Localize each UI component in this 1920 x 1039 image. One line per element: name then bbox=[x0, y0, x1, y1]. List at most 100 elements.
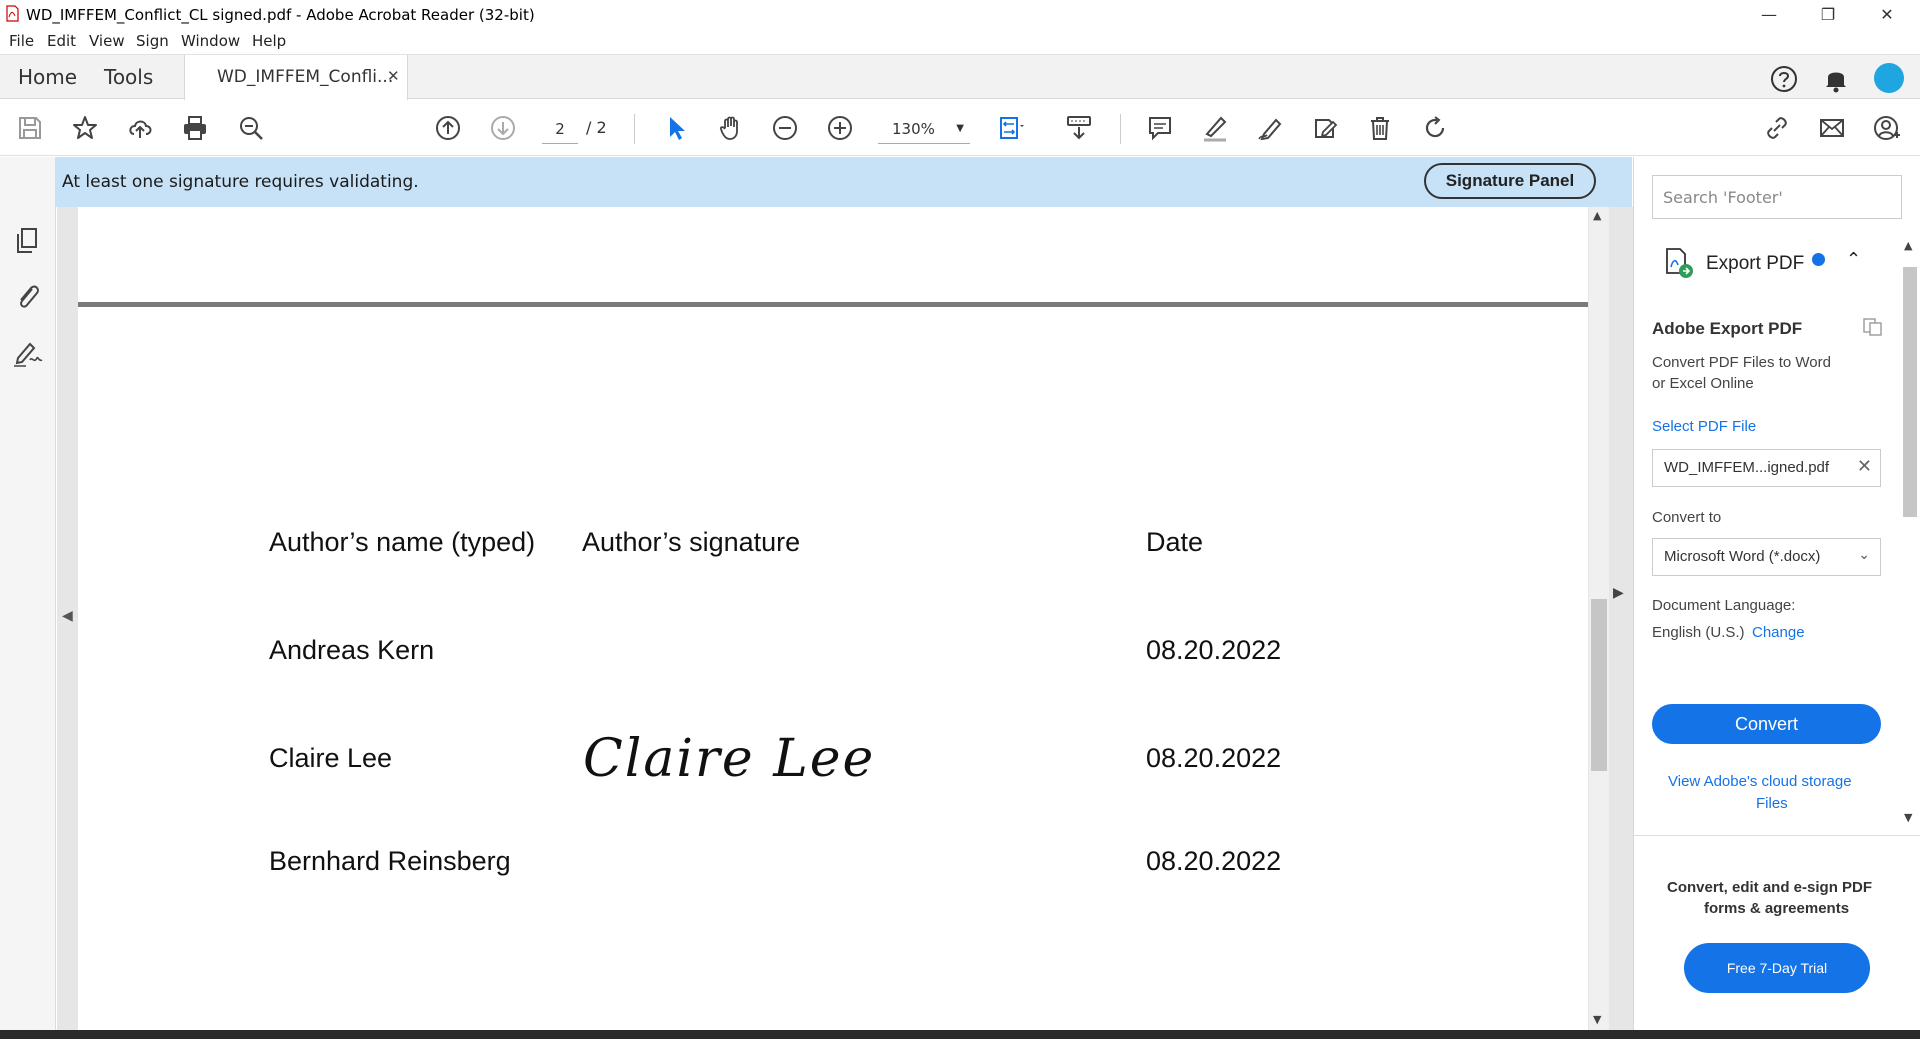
collapse-left-panel-icon[interactable]: ◀ bbox=[62, 608, 73, 624]
convert-format-value: Microsoft Word (*.docx) bbox=[1664, 548, 1821, 565]
toolbar-separator bbox=[634, 114, 635, 144]
scroll-down-icon[interactable]: ▼ bbox=[1904, 811, 1912, 824]
next-page-icon[interactable] bbox=[487, 112, 519, 144]
convert-button[interactable]: Convert bbox=[1652, 704, 1881, 744]
print-icon[interactable] bbox=[179, 112, 211, 144]
export-pdf-title[interactable]: Export PDF bbox=[1706, 253, 1804, 275]
zoom-out-icon[interactable] bbox=[769, 112, 801, 144]
author-date-1: 08.20.2022 bbox=[1146, 635, 1282, 665]
change-language-link[interactable]: Change bbox=[1752, 624, 1805, 641]
author-name-3: Bernhard Reinsberg bbox=[269, 846, 511, 876]
cloud-upload-icon[interactable] bbox=[124, 112, 156, 144]
previous-page-icon[interactable] bbox=[432, 112, 464, 144]
pdf-page: Author’s name (typed) Author’s signature… bbox=[78, 207, 1588, 1030]
bookmark-star-icon[interactable] bbox=[69, 112, 101, 144]
add-user-icon[interactable] bbox=[1871, 112, 1903, 144]
signatures-panel-icon[interactable] bbox=[12, 338, 44, 370]
highlight-pen-icon[interactable] bbox=[1199, 112, 1231, 144]
document-scrollbar[interactable]: ▲ ▼ bbox=[1589, 207, 1609, 1030]
author-name-2: Claire Lee bbox=[269, 743, 393, 773]
fit-page-icon[interactable] bbox=[995, 112, 1027, 144]
document-language-label: Document Language: bbox=[1652, 597, 1796, 614]
expand-right-panel-icon[interactable]: ▶ bbox=[1613, 585, 1624, 601]
header-date: Date bbox=[1146, 527, 1204, 557]
promo-line1: Convert, edit and e-sign PDF bbox=[1667, 879, 1873, 896]
search-zoom-icon[interactable] bbox=[235, 112, 267, 144]
scroll-up-icon[interactable]: ▲ bbox=[1593, 209, 1601, 222]
left-navigation-rail bbox=[0, 157, 56, 1030]
scrollbar-thumb[interactable] bbox=[1903, 267, 1917, 517]
maximize-button[interactable]: ❐ bbox=[1805, 0, 1851, 28]
tab-home[interactable]: Home bbox=[18, 65, 77, 89]
minimize-button[interactable]: — bbox=[1746, 0, 1792, 28]
signature-panel-button[interactable]: Signature Panel bbox=[1424, 163, 1596, 199]
menu-sign[interactable]: Sign bbox=[136, 32, 169, 50]
selected-file-name: WD_IMFFEM...igned.pdf bbox=[1664, 459, 1830, 476]
keyboard-scroll-icon[interactable] bbox=[1063, 112, 1095, 144]
notifications-bell-icon[interactable] bbox=[1823, 65, 1849, 93]
document-language-value: English (U.S.) bbox=[1652, 624, 1745, 641]
collapse-chevron-up-icon[interactable]: ⌃ bbox=[1846, 249, 1861, 270]
convert-format-select[interactable]: Microsoft Word (*.docx) ⌄ bbox=[1652, 538, 1881, 576]
cloud-storage-link-line2[interactable]: Files bbox=[1756, 795, 1788, 812]
attachments-paperclip-icon[interactable] bbox=[12, 281, 44, 313]
scrollbar-thumb[interactable] bbox=[1591, 599, 1607, 771]
info-badge-icon bbox=[1812, 253, 1825, 266]
header-author-name: Author’s name (typed) bbox=[269, 527, 536, 557]
author-name-1: Andreas Kern bbox=[269, 635, 435, 665]
tools-search-input[interactable]: Search 'Footer' bbox=[1652, 175, 1902, 219]
close-window-button[interactable]: ✕ bbox=[1864, 0, 1910, 28]
help-icon[interactable] bbox=[1770, 65, 1798, 93]
right-panel-scrollbar[interactable]: ▲ ▼ bbox=[1900, 239, 1920, 829]
close-tab-icon[interactable]: ✕ bbox=[387, 67, 400, 85]
select-pdf-file-link[interactable]: Select PDF File bbox=[1652, 418, 1756, 435]
page-number-input[interactable]: 2 bbox=[542, 114, 578, 144]
menu-file[interactable]: File bbox=[9, 32, 34, 50]
delete-trash-icon[interactable] bbox=[1364, 112, 1396, 144]
menu-help[interactable]: Help bbox=[252, 32, 286, 50]
share-link-icon[interactable] bbox=[1761, 112, 1793, 144]
free-trial-button[interactable]: Free 7-Day Trial bbox=[1684, 943, 1870, 993]
export-pdf-icon bbox=[1666, 248, 1693, 278]
chevron-down-icon: ▼ bbox=[956, 123, 964, 134]
document-viewport[interactable]: Author’s name (typed) Author’s signature… bbox=[57, 207, 1633, 1030]
comment-icon[interactable] bbox=[1144, 112, 1176, 144]
zoom-level-select[interactable]: 130% ▼ bbox=[878, 114, 970, 144]
tab-bar: Home Tools WD_IMFFEM_Confli... ✕ bbox=[0, 54, 1920, 100]
menu-bar: File Edit View Sign Window Help bbox=[0, 28, 1920, 54]
toolbar-separator bbox=[1120, 114, 1121, 144]
remove-file-icon[interactable]: ✕ bbox=[1857, 456, 1872, 477]
rotate-icon[interactable] bbox=[1419, 112, 1451, 144]
copy-docs-icon[interactable] bbox=[1862, 317, 1884, 337]
window-title: WD_IMFFEM_Conflict_CL signed.pdf - Adobe… bbox=[26, 6, 535, 24]
page-thumbnails-icon[interactable] bbox=[12, 225, 44, 257]
right-tools-panel: Search 'Footer' Export PDF ⌃ Adobe Expor… bbox=[1633, 157, 1920, 1030]
zoom-level-value: 130% bbox=[892, 120, 935, 138]
select-cursor-icon[interactable] bbox=[660, 112, 692, 144]
fill-sign-icon[interactable] bbox=[1254, 112, 1286, 144]
tab-tools[interactable]: Tools bbox=[104, 65, 153, 89]
edit-stamp-icon[interactable] bbox=[1309, 112, 1341, 144]
header-author-signature: Author’s signature bbox=[582, 527, 801, 557]
export-description-line2: or Excel Online bbox=[1652, 375, 1754, 392]
account-avatar[interactable] bbox=[1874, 63, 1904, 93]
email-envelope-icon[interactable] bbox=[1816, 112, 1848, 144]
scroll-up-icon[interactable]: ▲ bbox=[1904, 239, 1912, 252]
page-total: / 2 bbox=[586, 118, 607, 137]
zoom-in-icon[interactable] bbox=[824, 112, 856, 144]
menu-view[interactable]: View bbox=[89, 32, 125, 50]
hand-tool-icon[interactable] bbox=[715, 112, 747, 144]
author-date-3: 08.20.2022 bbox=[1146, 846, 1282, 876]
panel-divider bbox=[1634, 835, 1920, 836]
tab-document[interactable]: WD_IMFFEM_Confli... ✕ bbox=[184, 55, 408, 100]
save-icon[interactable] bbox=[14, 112, 46, 144]
selected-file-field[interactable]: WD_IMFFEM...igned.pdf ✕ bbox=[1652, 449, 1881, 487]
menu-edit[interactable]: Edit bbox=[47, 32, 76, 50]
signature-notice-message: At least one signature requires validati… bbox=[62, 172, 419, 192]
cloud-storage-link-line1[interactable]: View Adobe's cloud storage bbox=[1668, 773, 1852, 790]
menu-window[interactable]: Window bbox=[181, 32, 240, 50]
convert-to-label: Convert to bbox=[1652, 509, 1722, 526]
scroll-down-icon[interactable]: ▼ bbox=[1593, 1013, 1601, 1026]
chevron-down-icon: ⌄ bbox=[1858, 547, 1870, 563]
handwritten-signature-2[interactable]: Claire Lee bbox=[583, 729, 875, 789]
